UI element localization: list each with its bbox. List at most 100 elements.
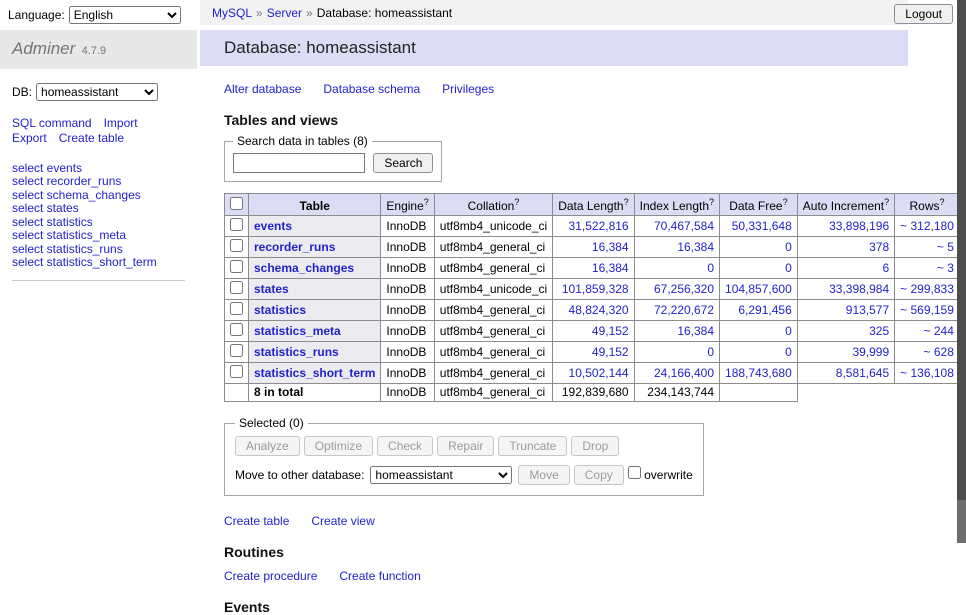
table-name-link[interactable]: statistics [254,303,306,317]
sidebar-command-link[interactable]: Create table [59,131,124,145]
data-length-link[interactable]: 31,522,816 [569,219,629,233]
column-header-data-free[interactable]: Data Free? [720,194,798,216]
data-free-link[interactable]: 0 [785,345,792,359]
table-name-link[interactable]: recorder_runs [254,240,335,254]
sidebar-table-link[interactable]: select statistics_short_term [12,256,185,269]
create-link[interactable]: Create table [224,514,289,528]
sidebar-command-link[interactable]: Export [12,131,47,145]
index-length-link[interactable]: 70,467,584 [654,219,714,233]
search-input[interactable] [233,153,365,173]
data-length-link[interactable]: 16,384 [592,261,629,275]
selected-action-button[interactable]: Drop [571,436,619,456]
database-action-link[interactable]: Database schema [323,82,420,96]
vertical-scrollbar[interactable] [957,0,966,543]
data-length-link[interactable]: 16,384 [592,240,629,254]
database-action-link[interactable]: Privileges [442,82,494,96]
data-length-link[interactable]: 10,502,144 [569,366,629,380]
breadcrumb-link-mysql[interactable]: MySQL [212,6,252,20]
row-checkbox[interactable] [230,239,243,252]
rows-count-link[interactable]: ~ 312,180 [900,219,954,233]
auto-increment-link[interactable]: 325 [869,324,889,338]
data-free-link[interactable]: 0 [785,261,792,275]
sidebar-command-link[interactable]: SQL command [12,116,92,130]
table-name-link[interactable]: statistics_runs [254,345,339,359]
selected-action-button[interactable]: Repair [437,436,494,456]
breadcrumb-link-server[interactable]: Server [267,6,302,20]
rows-count-link[interactable]: ~ 3 [937,261,954,275]
index-length-link[interactable]: 16,384 [677,324,714,338]
index-length-link[interactable]: 0 [707,261,714,275]
rows-count-link[interactable]: ~ 299,833 [900,282,954,296]
auto-increment-link[interactable]: 33,398,984 [829,282,889,296]
row-checkbox[interactable] [230,302,243,315]
data-free-link[interactable]: 0 [785,324,792,338]
sidebar-table-link[interactable]: select schema_changes [12,189,185,202]
row-checkbox[interactable] [230,281,243,294]
select-all-checkbox[interactable] [230,197,243,210]
table-name-link[interactable]: statistics_short_term [254,366,375,380]
scrollbar-thumb[interactable] [957,0,966,500]
rows-count-link[interactable]: ~ 5 [937,240,954,254]
sidebar-command-link[interactable]: Import [104,116,138,130]
rows-count-link[interactable]: ~ 569,159 [900,303,954,317]
table-name-link[interactable]: statistics_meta [254,324,341,338]
db-select[interactable]: homeassistant [36,83,158,101]
auto-increment-link[interactable]: 39,999 [852,345,889,359]
create-link[interactable]: Create view [311,514,374,528]
row-checkbox[interactable] [230,344,243,357]
selected-action-button[interactable]: Analyze [235,436,300,456]
column-header-collation[interactable]: Collation? [434,194,552,216]
rows-count-link[interactable]: ~ 244 [924,324,954,338]
sidebar-table-link[interactable]: select statistics [12,216,185,229]
logout-button[interactable]: Logout [894,4,953,24]
index-length-link[interactable]: 16,384 [677,240,714,254]
selected-action-button[interactable]: Optimize [304,436,373,456]
table-name-link[interactable]: events [254,219,292,233]
routine-create-link[interactable]: Create procedure [224,569,317,583]
rows-count-link[interactable]: ~ 136,108 [900,366,954,380]
selected-action-button[interactable]: Check [377,436,433,456]
overwrite-checkbox[interactable] [628,466,641,479]
auto-increment-link[interactable]: 6 [882,261,889,275]
sidebar-table-link[interactable]: select recorder_runs [12,175,185,188]
auto-increment-link[interactable]: 8,581,645 [836,366,889,380]
row-checkbox[interactable] [230,260,243,273]
sidebar-table-link[interactable]: select statistics_runs [12,243,185,256]
column-header-data-length[interactable]: Data Length? [553,194,634,216]
auto-increment-link[interactable]: 913,577 [846,303,889,317]
data-length-link[interactable]: 101,859,328 [562,282,629,296]
column-header-rows[interactable]: Rows? [895,194,960,216]
move-button[interactable]: Move [518,465,569,485]
index-length-link[interactable]: 0 [707,345,714,359]
column-header-engine[interactable]: Engine? [381,194,434,216]
column-header-index-length[interactable]: Index Length? [634,194,719,216]
search-button[interactable]: Search [373,153,433,173]
index-length-link[interactable]: 24,166,400 [654,366,714,380]
data-free-link[interactable]: 104,857,600 [725,282,792,296]
data-free-link[interactable]: 188,743,680 [725,366,792,380]
column-header-table[interactable]: Table [249,194,381,216]
copy-button[interactable]: Copy [574,465,624,485]
selected-action-button[interactable]: Truncate [498,436,567,456]
auto-increment-link[interactable]: 33,898,196 [829,219,889,233]
data-length-link[interactable]: 49,152 [592,324,629,338]
data-free-link[interactable]: 6,291,456 [738,303,791,317]
database-action-link[interactable]: Alter database [224,82,301,96]
rows-count-link[interactable]: ~ 628 [924,345,954,359]
auto-increment-link[interactable]: 378 [869,240,889,254]
data-free-link[interactable]: 50,331,648 [732,219,792,233]
data-length-link[interactable]: 49,152 [592,345,629,359]
index-length-link[interactable]: 67,256,320 [654,282,714,296]
language-select[interactable]: English [69,6,181,24]
row-checkbox[interactable] [230,365,243,378]
move-database-select[interactable]: homeassistant [370,466,512,484]
data-free-link[interactable]: 0 [785,240,792,254]
column-header-auto-increment[interactable]: Auto Increment? [797,194,894,216]
row-checkbox[interactable] [230,323,243,336]
sidebar-table-link[interactable]: select events [12,162,185,175]
routine-create-link[interactable]: Create function [339,569,420,583]
data-length-link[interactable]: 48,824,320 [569,303,629,317]
index-length-link[interactable]: 72,220,672 [654,303,714,317]
table-name-link[interactable]: states [254,282,289,296]
table-name-link[interactable]: schema_changes [254,261,354,275]
